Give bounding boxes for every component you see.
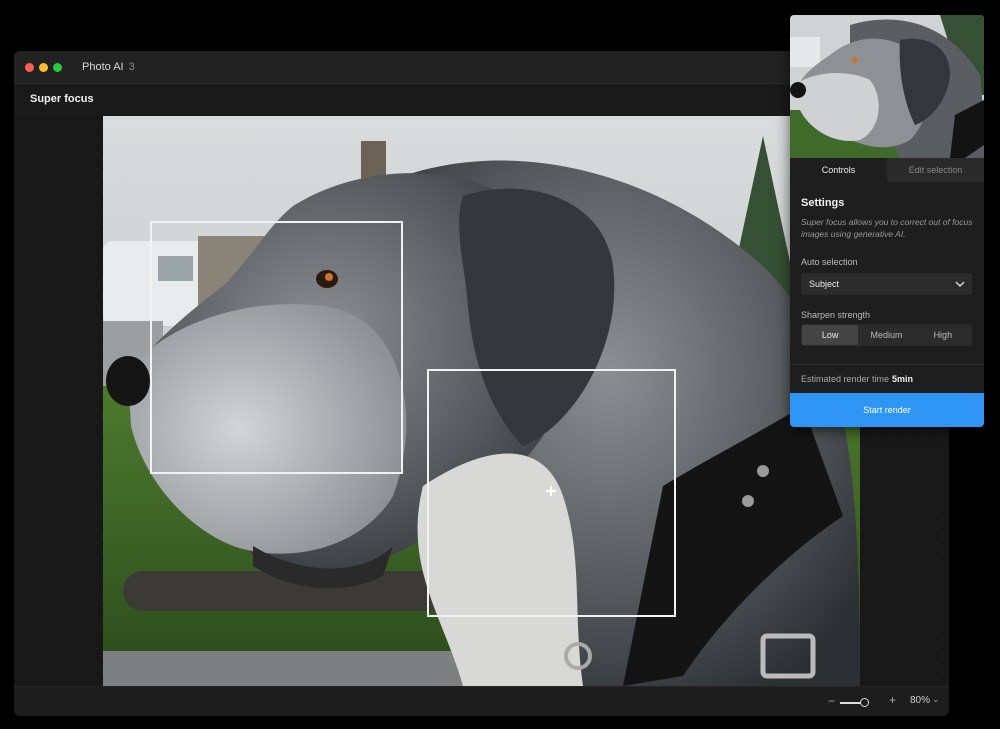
auto-selection-label: Auto selection (801, 257, 858, 267)
estimated-render-time-value: 5min (892, 374, 914, 384)
auto-selection-dropdown[interactable]: Subject (801, 273, 972, 295)
face-selection-box[interactable] (150, 221, 403, 474)
sharpen-strength-label: Sharpen strength (801, 310, 871, 320)
auto-selection-value: Subject (809, 279, 840, 289)
zoom-slider-handle[interactable] (860, 698, 869, 707)
panel-divider (790, 364, 984, 365)
zoom-out-button[interactable]: − (828, 694, 835, 708)
sharpen-option-low[interactable]: Low (802, 325, 859, 345)
app-title: Photo AI (82, 61, 124, 73)
zoom-chevron-down-icon[interactable]: ⌄ (932, 694, 940, 705)
crosshair-cursor-icon (546, 486, 556, 496)
zoom-in-button[interactable]: + (889, 693, 896, 707)
close-window-button[interactable] (25, 62, 34, 72)
controls-panel: Controls Edit selection Settings Super f… (790, 15, 984, 427)
start-render-button[interactable]: Start render (790, 393, 984, 427)
estimated-render-time: Estimated render time 5min (801, 374, 913, 384)
settings-description: Super focus allows you to correct out of… (801, 217, 973, 239)
minimize-window-button[interactable] (39, 62, 48, 72)
zoom-level-dropdown[interactable]: 80% (910, 695, 930, 706)
mode-title: Super focus (30, 93, 94, 105)
settings-title: Settings (801, 197, 845, 209)
tab-controls[interactable]: Controls (790, 158, 887, 182)
panel-tabs: Controls Edit selection (790, 158, 984, 182)
sharpen-strength-selector: Low Medium High (801, 324, 972, 346)
bottom-toolbar: − + 80% ⌄ (14, 686, 949, 716)
app-version: 3 (128, 61, 135, 73)
preview-thumbnail[interactable] (790, 15, 984, 158)
tab-edit-selection[interactable]: Edit selection (887, 158, 984, 182)
chevron-down-icon (955, 281, 965, 287)
sharpen-option-high[interactable]: High (915, 325, 971, 345)
sharpen-option-medium[interactable]: Medium (858, 325, 914, 345)
zoom-window-button[interactable] (53, 62, 62, 72)
thumbnail-image (790, 15, 984, 158)
estimated-render-time-label: Estimated render time (801, 374, 890, 384)
